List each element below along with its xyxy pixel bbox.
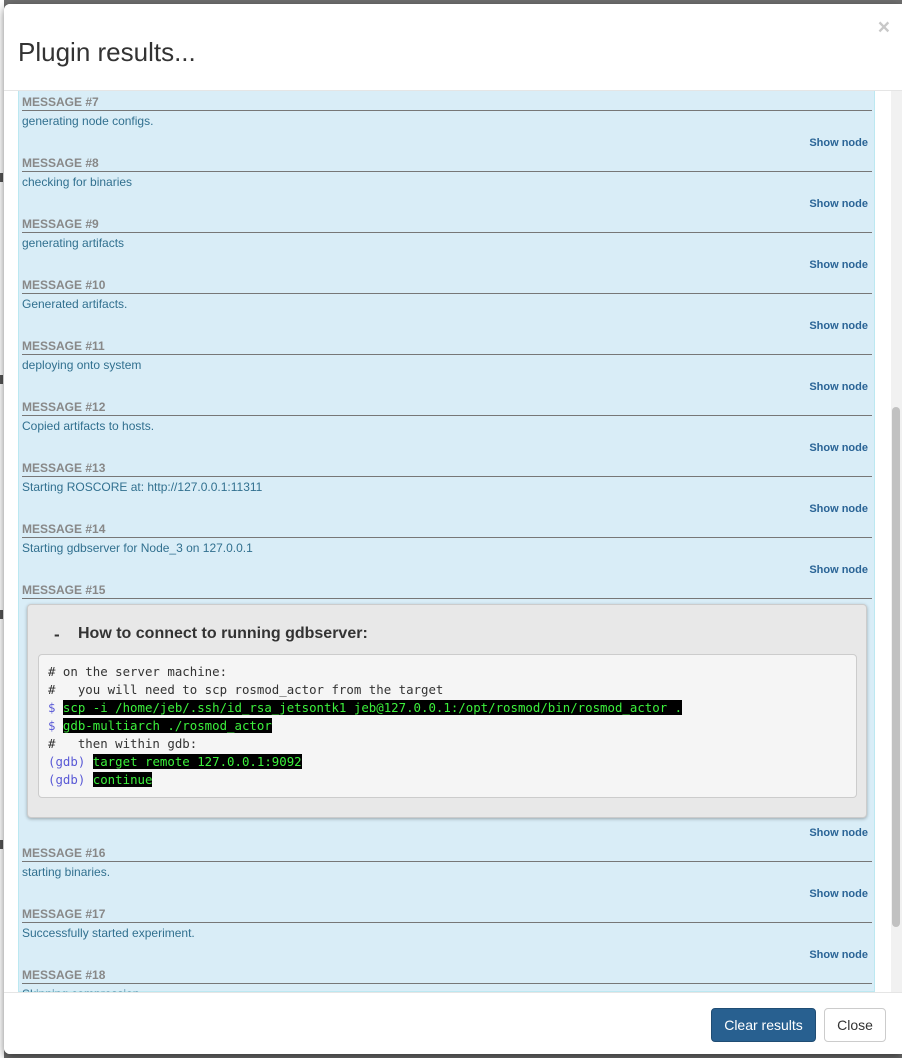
- message-item: MESSAGE #13 Starting ROSCORE at: http://1…: [22, 461, 872, 515]
- message-heading: MESSAGE #13: [22, 461, 872, 477]
- message-heading: MESSAGE #15: [22, 583, 872, 599]
- show-node-link[interactable]: Show node: [22, 137, 872, 149]
- close-button[interactable]: Close: [824, 1008, 886, 1042]
- message-item: MESSAGE #16 starting binaries. Show node: [22, 846, 872, 900]
- gdb-panel-heading: How to connect to running gdbserver:: [78, 625, 368, 642]
- code-line: # you will need to scp rosmod_actor from…: [48, 681, 847, 699]
- message-item: MESSAGE #14 Starting gdbserver for Node_3…: [22, 522, 872, 576]
- results-list: MESSAGE #7 generating node configs. Show n…: [22, 95, 872, 992]
- message-heading: MESSAGE #14: [22, 522, 872, 538]
- code-command: target remote 127.0.0.1:9092: [92, 754, 302, 769]
- code-line: (gdb) continue: [48, 771, 847, 789]
- message-text: checking for binaries: [22, 175, 133, 189]
- message-item-gdb: MESSAGE #15 - How to connect to running …: [22, 583, 872, 839]
- close-icon[interactable]: ×: [878, 17, 890, 38]
- backdrop-text-fragment: [0, 173, 3, 182]
- code-prompt: # you will need to scp rosmod_actor from…: [48, 682, 444, 697]
- code-prompt: $: [48, 700, 63, 715]
- code-prompt: # on the server machine:: [48, 664, 228, 679]
- show-node-link[interactable]: Show node: [22, 381, 872, 393]
- message-text: deploying onto system: [22, 358, 142, 372]
- message-heading: MESSAGE #16: [22, 846, 872, 862]
- message-heading: MESSAGE #10: [22, 278, 872, 294]
- show-node-link[interactable]: Show node: [22, 198, 872, 210]
- show-node-link[interactable]: Show node: [22, 827, 872, 839]
- modal-title: Plugin results...: [18, 37, 196, 67]
- code-command: gdb-multiarch ./rosmod_actor: [62, 718, 272, 733]
- message-text: generating node configs.: [22, 114, 154, 128]
- message-heading: MESSAGE #9: [22, 217, 872, 233]
- message-text: starting binaries.: [22, 865, 111, 879]
- modal-body[interactable]: MESSAGE #7 generating node configs. Show n…: [4, 91, 902, 992]
- message-item: MESSAGE #18Skipping compression.Show nod…: [22, 968, 872, 992]
- message-heading: MESSAGE #11: [22, 339, 872, 355]
- code-prompt: (gdb): [48, 772, 93, 787]
- code-prompt: $: [48, 718, 63, 733]
- message-text: Generated artifacts.: [22, 297, 128, 311]
- message-item: MESSAGE #12 Copied artifacts to hosts. Sho…: [22, 400, 872, 454]
- message-text: Starting gdbserver for Node_3 on 127.0.0…: [22, 541, 253, 555]
- backdrop-text-fragment: [0, 840, 3, 849]
- message-heading: MESSAGE #18: [22, 968, 872, 984]
- code-prompt: (gdb): [48, 754, 93, 769]
- message-item: MESSAGE #8 checking for binaries Show node: [22, 156, 872, 210]
- code-line: (gdb) target remote 127.0.0.1:9092: [48, 753, 847, 771]
- modal-footer: Clear results Close: [4, 992, 902, 1054]
- message-item: MESSAGE #11 deploying onto system Show nod…: [22, 339, 872, 393]
- code-line: # then within gdb:: [48, 735, 847, 753]
- show-node-link[interactable]: Show node: [22, 888, 872, 900]
- code-line: # on the server machine:: [48, 663, 847, 681]
- code-prompt: # then within gdb:: [48, 736, 198, 751]
- backdrop-text-fragment: [0, 610, 3, 619]
- message-item: MESSAGE #7 generating node configs. Show n…: [22, 95, 872, 149]
- results-panel: MESSAGE #7 generating node configs. Show n…: [18, 91, 875, 992]
- clear-results-button[interactable]: Clear results: [711, 1008, 816, 1042]
- modal-header: Plugin results... ×: [4, 4, 902, 91]
- gdb-code-block: # on the server machine: # you will need …: [38, 654, 857, 798]
- show-node-link[interactable]: Show node: [22, 442, 872, 454]
- scrollbar-track[interactable]: [891, 91, 902, 992]
- message-text: generating artifacts: [22, 236, 125, 250]
- show-node-link[interactable]: Show node: [22, 949, 872, 961]
- message-text: Copied artifacts to hosts.: [22, 419, 155, 433]
- message-heading: MESSAGE #7: [22, 95, 872, 111]
- message-heading: MESSAGE #12: [22, 400, 872, 416]
- code-command: continue: [92, 772, 153, 787]
- plugin-results-modal: Plugin results... × MESSAGE #7 generating…: [4, 4, 902, 1054]
- message-text: Starting ROSCORE at: http://127.0.0.1:11…: [22, 480, 263, 494]
- message-heading: MESSAGE #8: [22, 156, 872, 172]
- message-item: MESSAGE #10 Generated artifacts. Show node: [22, 278, 872, 332]
- gdb-panel-title: - How to connect to running gdbserver:: [38, 605, 857, 654]
- scrollbar-thumb[interactable]: [892, 407, 900, 927]
- backdrop-text-fragment: [0, 375, 3, 384]
- message-item: MESSAGE #9 generating artifacts Show node: [22, 217, 872, 271]
- show-node-link[interactable]: Show node: [22, 564, 872, 576]
- show-node-link[interactable]: Show node: [22, 320, 872, 332]
- show-node-link[interactable]: Show node: [22, 259, 872, 271]
- show-node-link[interactable]: Show node: [22, 503, 872, 515]
- code-line: $ gdb-multiarch ./rosmod_actor: [48, 717, 847, 735]
- message-heading: MESSAGE #17: [22, 907, 872, 923]
- code-line: $ scp -i /home/jeb/.ssh/id_rsa_jetsontk1…: [48, 699, 847, 717]
- message-text: Successfully started experiment.: [22, 926, 195, 940]
- gdb-instructions-panel: - How to connect to running gdbserver: #…: [27, 604, 867, 818]
- collapse-toggle-button[interactable]: -: [54, 625, 60, 645]
- message-item: MESSAGE #17 Successfully started experime…: [22, 907, 872, 961]
- code-command: scp -i /home/jeb/.ssh/id_rsa_jetsontk1 j…: [62, 700, 683, 715]
